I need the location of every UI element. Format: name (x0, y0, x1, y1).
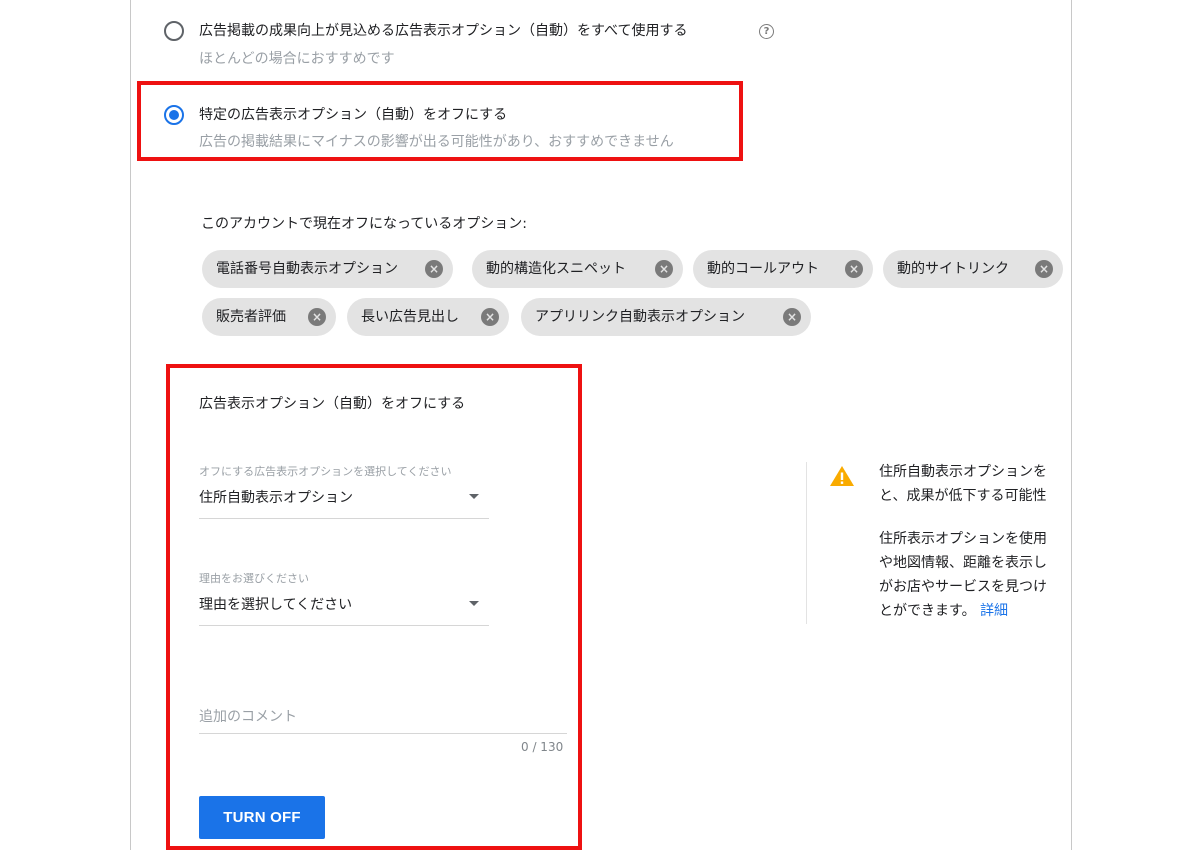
warning-para-line-2: や地図情報、距離を表示し (879, 555, 1047, 571)
remove-chip-icon[interactable]: × (655, 260, 673, 278)
warning-icon (830, 466, 854, 486)
remove-chip-icon[interactable]: × (1035, 260, 1053, 278)
highlight-option-box (137, 81, 743, 161)
remove-chip-icon[interactable]: × (481, 308, 499, 326)
warning-line-1: 住所自動表示オプションを (879, 464, 1047, 480)
chip-label: 販売者評価 (216, 309, 286, 325)
chip-app-link: アプリリンク自動表示オプション × (521, 298, 811, 336)
chip-seller-ratings: 販売者評価 × (202, 298, 336, 336)
chip-label: 長い広告見出し (361, 309, 459, 325)
chip-long-headline: 長い広告見出し × (347, 298, 509, 336)
chip-structured-snippet: 動的構造化スニペット × (472, 250, 683, 288)
chip-label: 動的コールアウト (707, 261, 819, 277)
warning-para-line-1: 住所表示オプションを使用 (879, 531, 1047, 547)
chip-label: アプリリンク自動表示オプション (535, 309, 745, 325)
details-link[interactable]: 詳細 (980, 603, 1008, 619)
chip-phone: 電話番号自動表示オプション × (202, 250, 453, 288)
remove-chip-icon[interactable]: × (308, 308, 326, 326)
chip-label: 動的サイトリンク (897, 261, 1009, 277)
divider (806, 462, 807, 624)
off-options-title: このアカウントで現在オフになっているオプション: (201, 216, 528, 232)
chip-label: 動的構造化スニペット (486, 261, 626, 277)
remove-chip-icon[interactable]: × (783, 308, 801, 326)
help-icon[interactable]: ? (759, 24, 774, 39)
chip-sitelink: 動的サイトリンク × (883, 250, 1063, 288)
option-use-all-desc: ほとんどの場合におすすめです (199, 51, 395, 67)
radio-use-all[interactable] (164, 21, 184, 41)
option-use-all-label: 広告掲載の成果向上が見込める広告表示オプション（自動）をすべて使用する (199, 23, 688, 39)
warning-para-line-3: がお店やサービスを見つけ (879, 579, 1047, 595)
highlight-form-box (166, 364, 582, 850)
chip-callout: 動的コールアウト × (693, 250, 873, 288)
warning-line-2: と、成果が低下する可能性 (879, 488, 1047, 504)
remove-chip-icon[interactable]: × (425, 260, 443, 278)
warning-last-line: とができます。 詳細 (879, 600, 1008, 622)
remove-chip-icon[interactable]: × (845, 260, 863, 278)
chip-label: 電話番号自動表示オプション (216, 261, 398, 277)
warning-last-text: とができます。 (879, 603, 976, 619)
